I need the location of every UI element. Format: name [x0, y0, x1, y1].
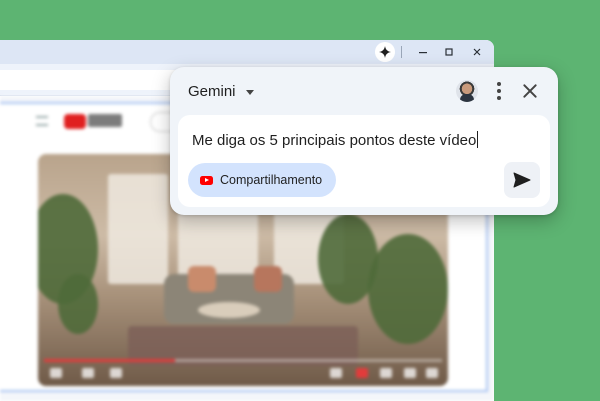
- captions-icon[interactable]: [356, 368, 368, 378]
- minimize-icon: [419, 52, 427, 54]
- gemini-panel: Gemini Me diga os 5 principais pontos de…: [170, 67, 558, 215]
- gemini-title[interactable]: Gemini: [188, 81, 236, 101]
- youtube-logo[interactable]: [64, 114, 86, 129]
- window-light: [108, 174, 168, 284]
- send-button[interactable]: [504, 162, 540, 198]
- close-panel-button[interactable]: [520, 81, 540, 101]
- fullscreen-icon[interactable]: [426, 368, 438, 378]
- volume-icon[interactable]: [110, 368, 122, 378]
- maximize-icon: [445, 48, 453, 56]
- prompt-text: Me diga os 5 principais pontos deste víd…: [192, 132, 477, 149]
- autoplay-icon[interactable]: [330, 368, 342, 378]
- youtube-wordmark: [88, 114, 122, 127]
- cushion: [188, 266, 216, 292]
- toolbar-divider: [401, 46, 402, 58]
- send-icon: [513, 172, 531, 188]
- gemini-toolbar-button[interactable]: [374, 42, 396, 62]
- more-vert-icon: [497, 82, 501, 86]
- plant: [368, 234, 448, 344]
- text-cursor: [477, 131, 479, 148]
- gemini-sparkle-icon: [375, 42, 395, 62]
- user-avatar[interactable]: [456, 80, 478, 102]
- plant: [58, 274, 98, 334]
- settings-icon[interactable]: [380, 368, 392, 378]
- hamburger-menu-icon[interactable]: [36, 116, 48, 126]
- play-icon[interactable]: [50, 368, 62, 378]
- close-window-button[interactable]: [466, 42, 488, 62]
- prompt-input[interactable]: Me diga os 5 principais pontos deste víd…: [192, 131, 532, 149]
- more-options-button[interactable]: [492, 79, 506, 103]
- close-icon: [473, 48, 481, 56]
- cushion: [254, 266, 282, 292]
- maximize-button[interactable]: [438, 42, 460, 62]
- video-progress-fill: [44, 359, 176, 362]
- share-chip-label: Compartilhamento: [220, 173, 323, 187]
- prompt-card: Me diga os 5 principais pontos deste víd…: [178, 115, 550, 207]
- youtube-icon: [200, 175, 213, 185]
- share-tab-chip[interactable]: Compartilhamento: [188, 163, 337, 197]
- next-icon[interactable]: [82, 368, 94, 378]
- miniplayer-icon[interactable]: [404, 368, 416, 378]
- video-progress-bar[interactable]: [44, 359, 442, 362]
- title-bar: [0, 40, 494, 64]
- coffee-table: [198, 302, 260, 318]
- chevron-down-icon[interactable]: [246, 90, 254, 95]
- minimize-button[interactable]: [412, 42, 434, 62]
